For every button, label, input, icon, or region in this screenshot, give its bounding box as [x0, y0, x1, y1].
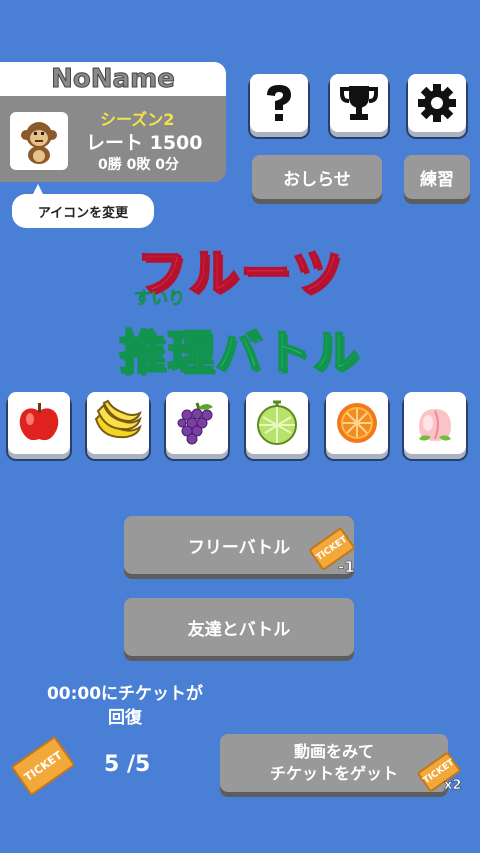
- practice-button[interactable]: 練習: [404, 155, 470, 199]
- help-button[interactable]: [250, 74, 308, 132]
- news-label: おしらせ: [283, 169, 351, 190]
- banana-icon: [94, 399, 142, 439]
- ticket-recover-info: 00:00にチケットが 回復: [0, 682, 250, 730]
- fruit-tile-grape: [166, 392, 228, 454]
- ticket-recover-word: 回復: [108, 708, 142, 728]
- monkey-icon: [21, 122, 57, 164]
- gear-icon: [418, 84, 456, 122]
- ticket-icon: TICKET: [10, 735, 76, 797]
- fruit-tile-banana: [87, 392, 149, 454]
- orange-icon: [337, 403, 377, 443]
- free-battle-cost: -1: [338, 558, 355, 577]
- ranking-button[interactable]: [330, 74, 388, 132]
- free-battle-label: フリーバトル: [187, 537, 291, 558]
- melon-icon: [257, 400, 297, 445]
- fruit-tile-melon: [246, 392, 308, 454]
- speech-tail: [32, 184, 44, 196]
- grape-icon: [177, 402, 213, 445]
- profile-card: NoName シーズン2 レート 1500 0勝 0敗 0分: [0, 62, 226, 182]
- fruit-tile-orange: [326, 392, 388, 454]
- question-icon: [267, 85, 291, 121]
- win-loss-record: 0勝 0敗 0分: [98, 157, 179, 173]
- title-ruby: すいり: [134, 289, 186, 310]
- watch-video-bonus: x2: [444, 778, 462, 794]
- watch-video-line1: 動画をみて: [293, 742, 374, 761]
- settings-button[interactable]: [408, 74, 466, 132]
- player-name: NoName: [0, 62, 226, 96]
- fruit-tile-apple: [8, 392, 70, 454]
- ticket-recover-time: 00:00にチケットが: [46, 684, 204, 704]
- apple-icon: [19, 403, 59, 441]
- avatar[interactable]: [10, 112, 68, 170]
- friend-battle-button[interactable]: 友達とバトル: [124, 598, 354, 656]
- title-suiri-battle: 推理バトル: [118, 324, 361, 380]
- title-fruits: フルーツ: [136, 243, 344, 303]
- news-button[interactable]: おしらせ: [252, 155, 382, 199]
- friend-battle-label: 友達とバトル: [187, 619, 291, 640]
- rate-label: レート 1500: [86, 132, 203, 154]
- peach-icon: [419, 409, 451, 441]
- fruit-tile-peach: [404, 392, 466, 454]
- season-label: シーズン2: [100, 110, 175, 129]
- practice-label: 練習: [420, 169, 454, 190]
- change-icon-button[interactable]: アイコンを変更: [12, 184, 154, 228]
- ticket-count: 5 /5: [104, 752, 151, 777]
- watch-video-line2: チケットをゲット: [269, 764, 398, 783]
- trophy-icon: [340, 86, 378, 120]
- change-icon-label: アイコンを変更: [37, 205, 129, 221]
- watch-video-button[interactable]: 動画をみて チケットをゲット: [220, 734, 448, 792]
